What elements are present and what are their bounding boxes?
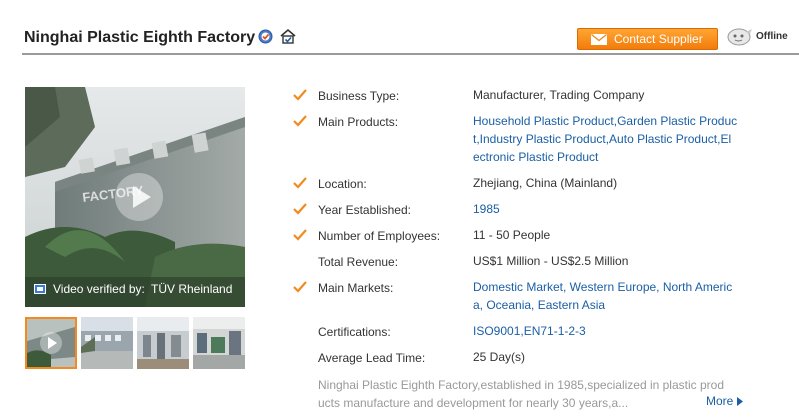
- supplier-header: Ninghai Plastic Eighth Factory Contact S…: [0, 0, 799, 55]
- thumbnail-image: [81, 317, 133, 369]
- total-revenue-label: Total Revenue:: [318, 255, 399, 269]
- main-markets-line[interactable]: Domestic Market, Western Europe, North A…: [473, 280, 732, 294]
- check-icon: [293, 281, 307, 293]
- business-type-value: Manufacturer, Trading Company: [473, 88, 645, 102]
- thumbnail-image: [193, 317, 245, 369]
- main-products-line[interactable]: ectronic Plastic Product: [473, 150, 598, 164]
- thumbnail-factory-video[interactable]: [25, 317, 77, 369]
- status-label: Offline: [756, 31, 788, 42]
- main-products-label: Main Products:: [318, 115, 399, 129]
- main-markets-value[interactable]: Domestic Market, Western Europe, North A…: [473, 278, 743, 314]
- certifications-value[interactable]: ISO9001,EN71-1-2-3: [473, 322, 743, 340]
- employees-label: Number of Employees:: [318, 229, 441, 243]
- company-name[interactable]: Ninghai Plastic Eighth Factory: [24, 29, 255, 47]
- check-icon: [293, 177, 307, 189]
- check-icon: [293, 229, 307, 241]
- video-verifier: TÜV Rheinland: [151, 282, 233, 296]
- thumbnail-image: [27, 319, 75, 367]
- contact-supplier-button[interactable]: Contact Supplier: [577, 28, 718, 50]
- location-value: Zhejiang, China (Mainland): [473, 176, 618, 190]
- description-line: Ninghai Plastic Eighth Factory,establish…: [318, 378, 725, 392]
- total-revenue-value: US$1 Million - US$2.5 Million: [473, 254, 629, 268]
- chat-face-icon: [727, 28, 752, 46]
- thumbnail-workshop[interactable]: [137, 317, 189, 369]
- factory-video[interactable]: FACTORY Video verified by: TÜV Rheinland: [25, 87, 245, 307]
- offline-status[interactable]: Offline: [726, 27, 798, 47]
- thumbnail-factory-exterior[interactable]: [81, 317, 133, 369]
- check-icon: [293, 203, 307, 215]
- thumbnail-production-line[interactable]: [193, 317, 245, 369]
- lead-time-value: 25 Day(s): [473, 350, 526, 364]
- main-markets-label: Main Markets:: [318, 281, 394, 295]
- header-divider: [22, 53, 799, 55]
- check-icon: [293, 115, 307, 127]
- location-label: Location:: [318, 177, 367, 191]
- video-caption: Video verified by: TÜV Rheinland: [25, 277, 245, 307]
- main-products-line[interactable]: Household Plastic Product,Garden Plastic…: [473, 114, 737, 128]
- company-description: Ninghai Plastic Eighth Factory,establish…: [318, 376, 750, 412]
- check-icon: [293, 89, 307, 101]
- envelope-icon: [591, 34, 607, 45]
- more-label: More: [706, 394, 734, 408]
- gold-supplier-icon: [280, 28, 296, 44]
- verified-badge-icon: [258, 29, 273, 44]
- lead-time-label: Average Lead Time:: [318, 351, 426, 365]
- play-icon[interactable]: [114, 172, 164, 222]
- triangle-right-icon: [736, 397, 743, 406]
- main-markets-line[interactable]: a, Oceania, Eastern Asia: [473, 298, 605, 312]
- year-established-value[interactable]: 1985: [473, 200, 743, 218]
- year-established-label: Year Established:: [318, 203, 411, 217]
- employees-value: 11 - 50 People: [473, 228, 551, 242]
- more-link[interactable]: More: [706, 394, 743, 408]
- thumbnail-image: [137, 317, 189, 369]
- main-products-value[interactable]: Household Plastic Product,Garden Plastic…: [473, 112, 743, 166]
- business-type-label: Business Type:: [318, 89, 400, 103]
- certifications-label: Certifications:: [318, 325, 391, 339]
- main-products-line[interactable]: t,Industry Plastic Product,Auto Plastic …: [473, 132, 731, 146]
- video-camera-icon: [34, 284, 46, 294]
- contact-supplier-label: Contact Supplier: [614, 32, 703, 46]
- description-line: ucts manufacture and development for nea…: [318, 396, 629, 410]
- video-verified-label: Video verified by:: [53, 282, 145, 296]
